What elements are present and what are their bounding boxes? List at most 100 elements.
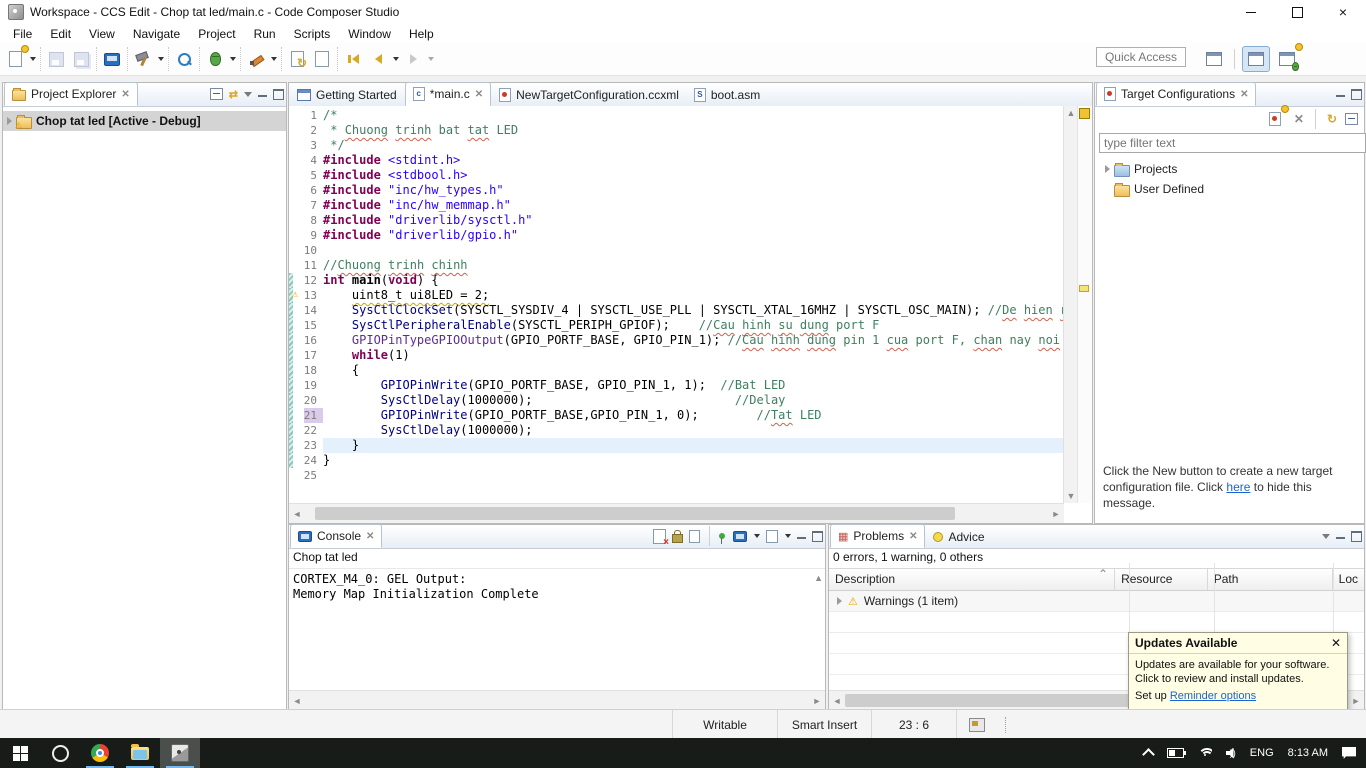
gutter[interactable]: 16: [289, 333, 323, 348]
clock[interactable]: 8:13 AM: [1288, 747, 1328, 759]
gutter[interactable]: 14: [289, 303, 323, 318]
minimize-icon[interactable]: [258, 91, 267, 97]
menu-run[interactable]: Run: [245, 25, 285, 43]
new-target-configuration-icon[interactable]: [1264, 108, 1286, 130]
word-wrap-icon[interactable]: [689, 530, 700, 543]
code-line-10[interactable]: 10: [289, 243, 1064, 258]
ccs-edit-perspective-button[interactable]: [1242, 46, 1270, 72]
maximize-icon[interactable]: [1351, 531, 1362, 542]
line-number[interactable]: 17: [304, 348, 323, 363]
new-dropdown-icon[interactable]: [30, 57, 36, 61]
statusbar-view-icon[interactable]: [956, 710, 997, 739]
view-menu-icon[interactable]: [1322, 534, 1330, 539]
line-number[interactable]: 23: [304, 438, 323, 453]
open-perspective-button[interactable]: [1201, 47, 1227, 71]
code-text[interactable]: while(1): [323, 348, 1064, 363]
maximize-icon[interactable]: [1351, 89, 1362, 100]
code-text[interactable]: SysCtlDelay(1000000); //Delay: [323, 393, 1064, 408]
expand-arrow-icon[interactable]: [7, 117, 12, 125]
code-line-20[interactable]: 20 SysCtlDelay(1000000); //Delay: [289, 393, 1064, 408]
console-horizontal-scrollbar[interactable]: ◄ ►: [289, 690, 825, 710]
gutter[interactable]: 5: [289, 168, 323, 183]
expand-arrow-icon[interactable]: [837, 597, 842, 605]
close-icon[interactable]: ✕: [121, 89, 129, 100]
menu-window[interactable]: Window: [339, 25, 400, 43]
code-line-9[interactable]: 9#include "driverlib/gpio.h": [289, 228, 1064, 243]
code-text[interactable]: [323, 243, 1064, 258]
console-output[interactable]: CORTEX_M4_0: GEL Output:Memory Map Initi…: [289, 569, 825, 605]
tree-item-user-defined[interactable]: User Defined: [1095, 179, 1364, 199]
line-number[interactable]: 13: [304, 288, 323, 303]
last-edit-location-button[interactable]: [342, 48, 364, 70]
warnings-group-row[interactable]: ⚠ Warnings (1 item): [829, 591, 1364, 612]
open-console-dropdown-icon[interactable]: [785, 534, 791, 538]
code-text[interactable]: SysCtlDelay(1000000);: [323, 423, 1064, 438]
gutter[interactable]: 6: [289, 183, 323, 198]
gutter[interactable]: 24: [289, 453, 323, 468]
minimize-icon[interactable]: [1336, 533, 1345, 539]
code-text[interactable]: [323, 468, 1064, 483]
line-number[interactable]: 3: [310, 138, 323, 153]
code-line-12[interactable]: 12int main(void) {: [289, 273, 1064, 288]
quick-access-button[interactable]: Quick Access: [1096, 47, 1186, 67]
line-number[interactable]: 7: [310, 198, 323, 213]
gutter[interactable]: 1: [289, 108, 323, 123]
tab-console[interactable]: Console ✕: [290, 524, 382, 548]
code-text[interactable]: GPIOPinWrite(GPIO_PORTF_BASE,GPIO_PIN_1,…: [323, 408, 1064, 423]
collapse-all-icon[interactable]: [1345, 113, 1358, 125]
line-number[interactable]: 8: [310, 213, 323, 228]
line-number[interactable]: 5: [310, 168, 323, 183]
ccs-debug-perspective-button[interactable]: [1274, 47, 1300, 71]
tab-target-configurations[interactable]: Target Configurations ✕: [1096, 82, 1256, 106]
editor-tab-boot-asm[interactable]: Sboot.asm: [687, 84, 767, 106]
ccs-taskbar-icon[interactable]: [160, 738, 200, 768]
menu-edit[interactable]: Edit: [41, 25, 80, 43]
language-indicator[interactable]: ENG: [1250, 747, 1274, 759]
gutter[interactable]: 17: [289, 348, 323, 363]
tab-problems[interactable]: ▦ Problems ✕: [830, 524, 925, 548]
column-path[interactable]: Path: [1208, 569, 1333, 590]
window-minimize-button[interactable]: [1228, 0, 1274, 24]
build-button[interactable]: [132, 48, 154, 70]
gutter[interactable]: 25: [289, 468, 323, 483]
flash-dropdown-icon[interactable]: [271, 57, 277, 61]
menu-help[interactable]: Help: [400, 25, 443, 43]
line-number[interactable]: 10: [304, 243, 323, 258]
code-line-13[interactable]: ⚠13 uint8_t ui8LED = 2;: [289, 288, 1064, 303]
code-line-8[interactable]: 8#include "driverlib/sysctl.h": [289, 213, 1064, 228]
minimize-icon[interactable]: [1336, 91, 1345, 97]
save-button[interactable]: [45, 48, 67, 70]
search-button[interactable]: [173, 48, 195, 70]
forward-dropdown-icon[interactable]: [428, 57, 434, 61]
scroll-lock-icon[interactable]: [672, 534, 683, 543]
code-text[interactable]: /*: [323, 108, 1064, 123]
code-editor[interactable]: 1/*2 * Chuong trinh bat tat LED3 */4#inc…: [289, 106, 1064, 503]
column-location[interactable]: Loc: [1333, 569, 1364, 590]
gutter[interactable]: 23: [289, 438, 323, 453]
line-number[interactable]: 4: [310, 153, 323, 168]
editor-horizontal-scrollbar[interactable]: ◄ ►: [289, 503, 1064, 523]
debug-button[interactable]: [204, 48, 226, 70]
battery-icon[interactable]: [1167, 748, 1184, 758]
line-number[interactable]: 20: [304, 393, 323, 408]
back-dropdown-icon[interactable]: [393, 57, 399, 61]
code-line-17[interactable]: 17 while(1): [289, 348, 1064, 363]
gutter[interactable]: 7: [289, 198, 323, 213]
chrome-taskbar-icon[interactable]: [80, 738, 120, 768]
gutter[interactable]: 20: [289, 393, 323, 408]
gutter[interactable]: 22: [289, 423, 323, 438]
line-number[interactable]: 19: [304, 378, 323, 393]
reminder-options-link[interactable]: Reminder options: [1170, 690, 1256, 702]
show-outline-icon[interactable]: [311, 48, 333, 70]
code-text[interactable]: */: [323, 138, 1064, 153]
save-all-button[interactable]: [70, 48, 92, 70]
line-number[interactable]: 1: [310, 108, 323, 123]
filter-input[interactable]: [1099, 133, 1366, 153]
hide-message-link[interactable]: here: [1226, 480, 1250, 494]
wifi-icon[interactable]: [1198, 748, 1212, 758]
code-line-1[interactable]: 1/*: [289, 108, 1064, 123]
line-number[interactable]: 12: [304, 273, 323, 288]
gutter[interactable]: 2: [289, 123, 323, 138]
gutter[interactable]: 11: [289, 258, 323, 273]
close-icon[interactable]: ✕: [475, 89, 483, 100]
